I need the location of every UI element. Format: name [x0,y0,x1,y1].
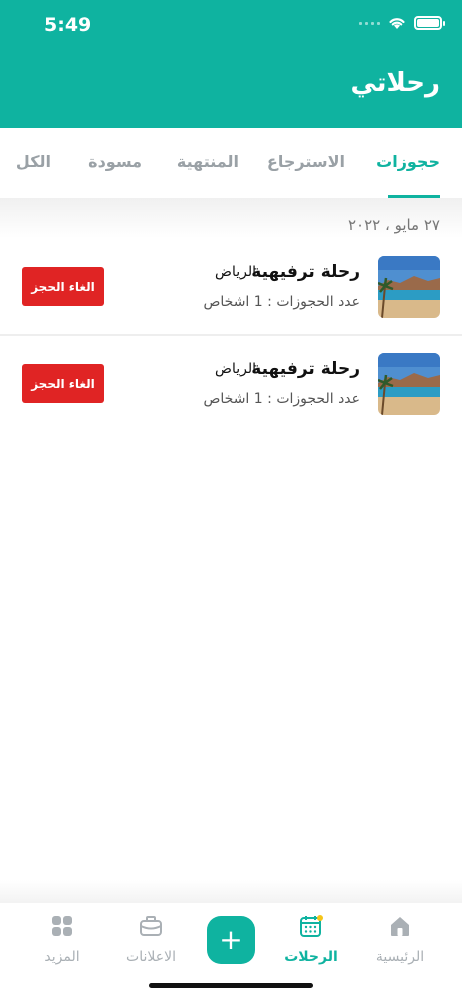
date-label: ٢٧ مايو ، ٢٠٢٢ [347,216,440,234]
tab-refunds[interactable]: الاسترجاع [267,152,345,171]
add-trip-button[interactable]: + [207,916,255,964]
date-group-header: ٢٧ مايو ، ٢٠٢٢ [0,198,462,238]
wifi-icon [389,18,405,29]
trip-city: الرياض [215,361,256,377]
grid-icon [52,916,72,936]
signal-icon [359,21,380,25]
cancel-booking-button[interactable]: الغاء الحجز [22,267,104,306]
home-icon [391,917,409,936]
tab-bookings[interactable]: حجوزات [376,152,440,171]
home-indicator [149,983,313,988]
tab-finished[interactable]: المنتهية [177,152,239,171]
nav-trips-label: الرحلات [284,949,338,965]
trip-city: الرياض [215,264,256,280]
nav-home[interactable]: الرئيسية [360,913,440,965]
nav-more[interactable]: المزيد [22,913,102,965]
calendar-icon [300,915,323,937]
status-icons [359,16,445,30]
trip-tabs: حجوزات الاسترجاع المنتهية مسودة الكل [0,128,462,198]
trip-image [378,256,440,318]
trip-card[interactable]: رحلة ترفيهية الرياض عدد الحجوزات : 1 اشخ… [0,240,462,336]
trip-image [378,353,440,415]
battery-icon [414,16,445,30]
page-title: رحلاتي [350,68,440,98]
trip-title: رحلة ترفيهية [251,262,360,282]
nav-more-label: المزيد [44,949,80,965]
nav-trips[interactable]: الرحلات [271,913,351,965]
tab-all[interactable]: الكل [16,152,51,171]
trip-booking-count: عدد الحجوزات : 1 اشخاص [203,391,360,407]
app-header: 5:49 رحلاتي [0,0,462,128]
tab-drafts[interactable]: مسودة [88,152,142,171]
status-time: 5:49 [44,14,92,36]
trip-card[interactable]: رحلة ترفيهية الرياض عدد الحجوزات : 1 اشخ… [0,337,462,433]
nav-ads-label: الاعلانات [126,949,176,965]
nav-ads[interactable]: الاعلانات [111,913,191,965]
bottom-nav-shadow [0,880,462,904]
trip-booking-count: عدد الحجوزات : 1 اشخاص [203,294,360,310]
nav-home-label: الرئيسية [375,949,425,965]
briefcase-icon [140,916,162,936]
card-divider [0,334,462,336]
trip-title: رحلة ترفيهية [251,359,360,379]
cancel-booking-button[interactable]: الغاء الحجز [22,364,104,403]
